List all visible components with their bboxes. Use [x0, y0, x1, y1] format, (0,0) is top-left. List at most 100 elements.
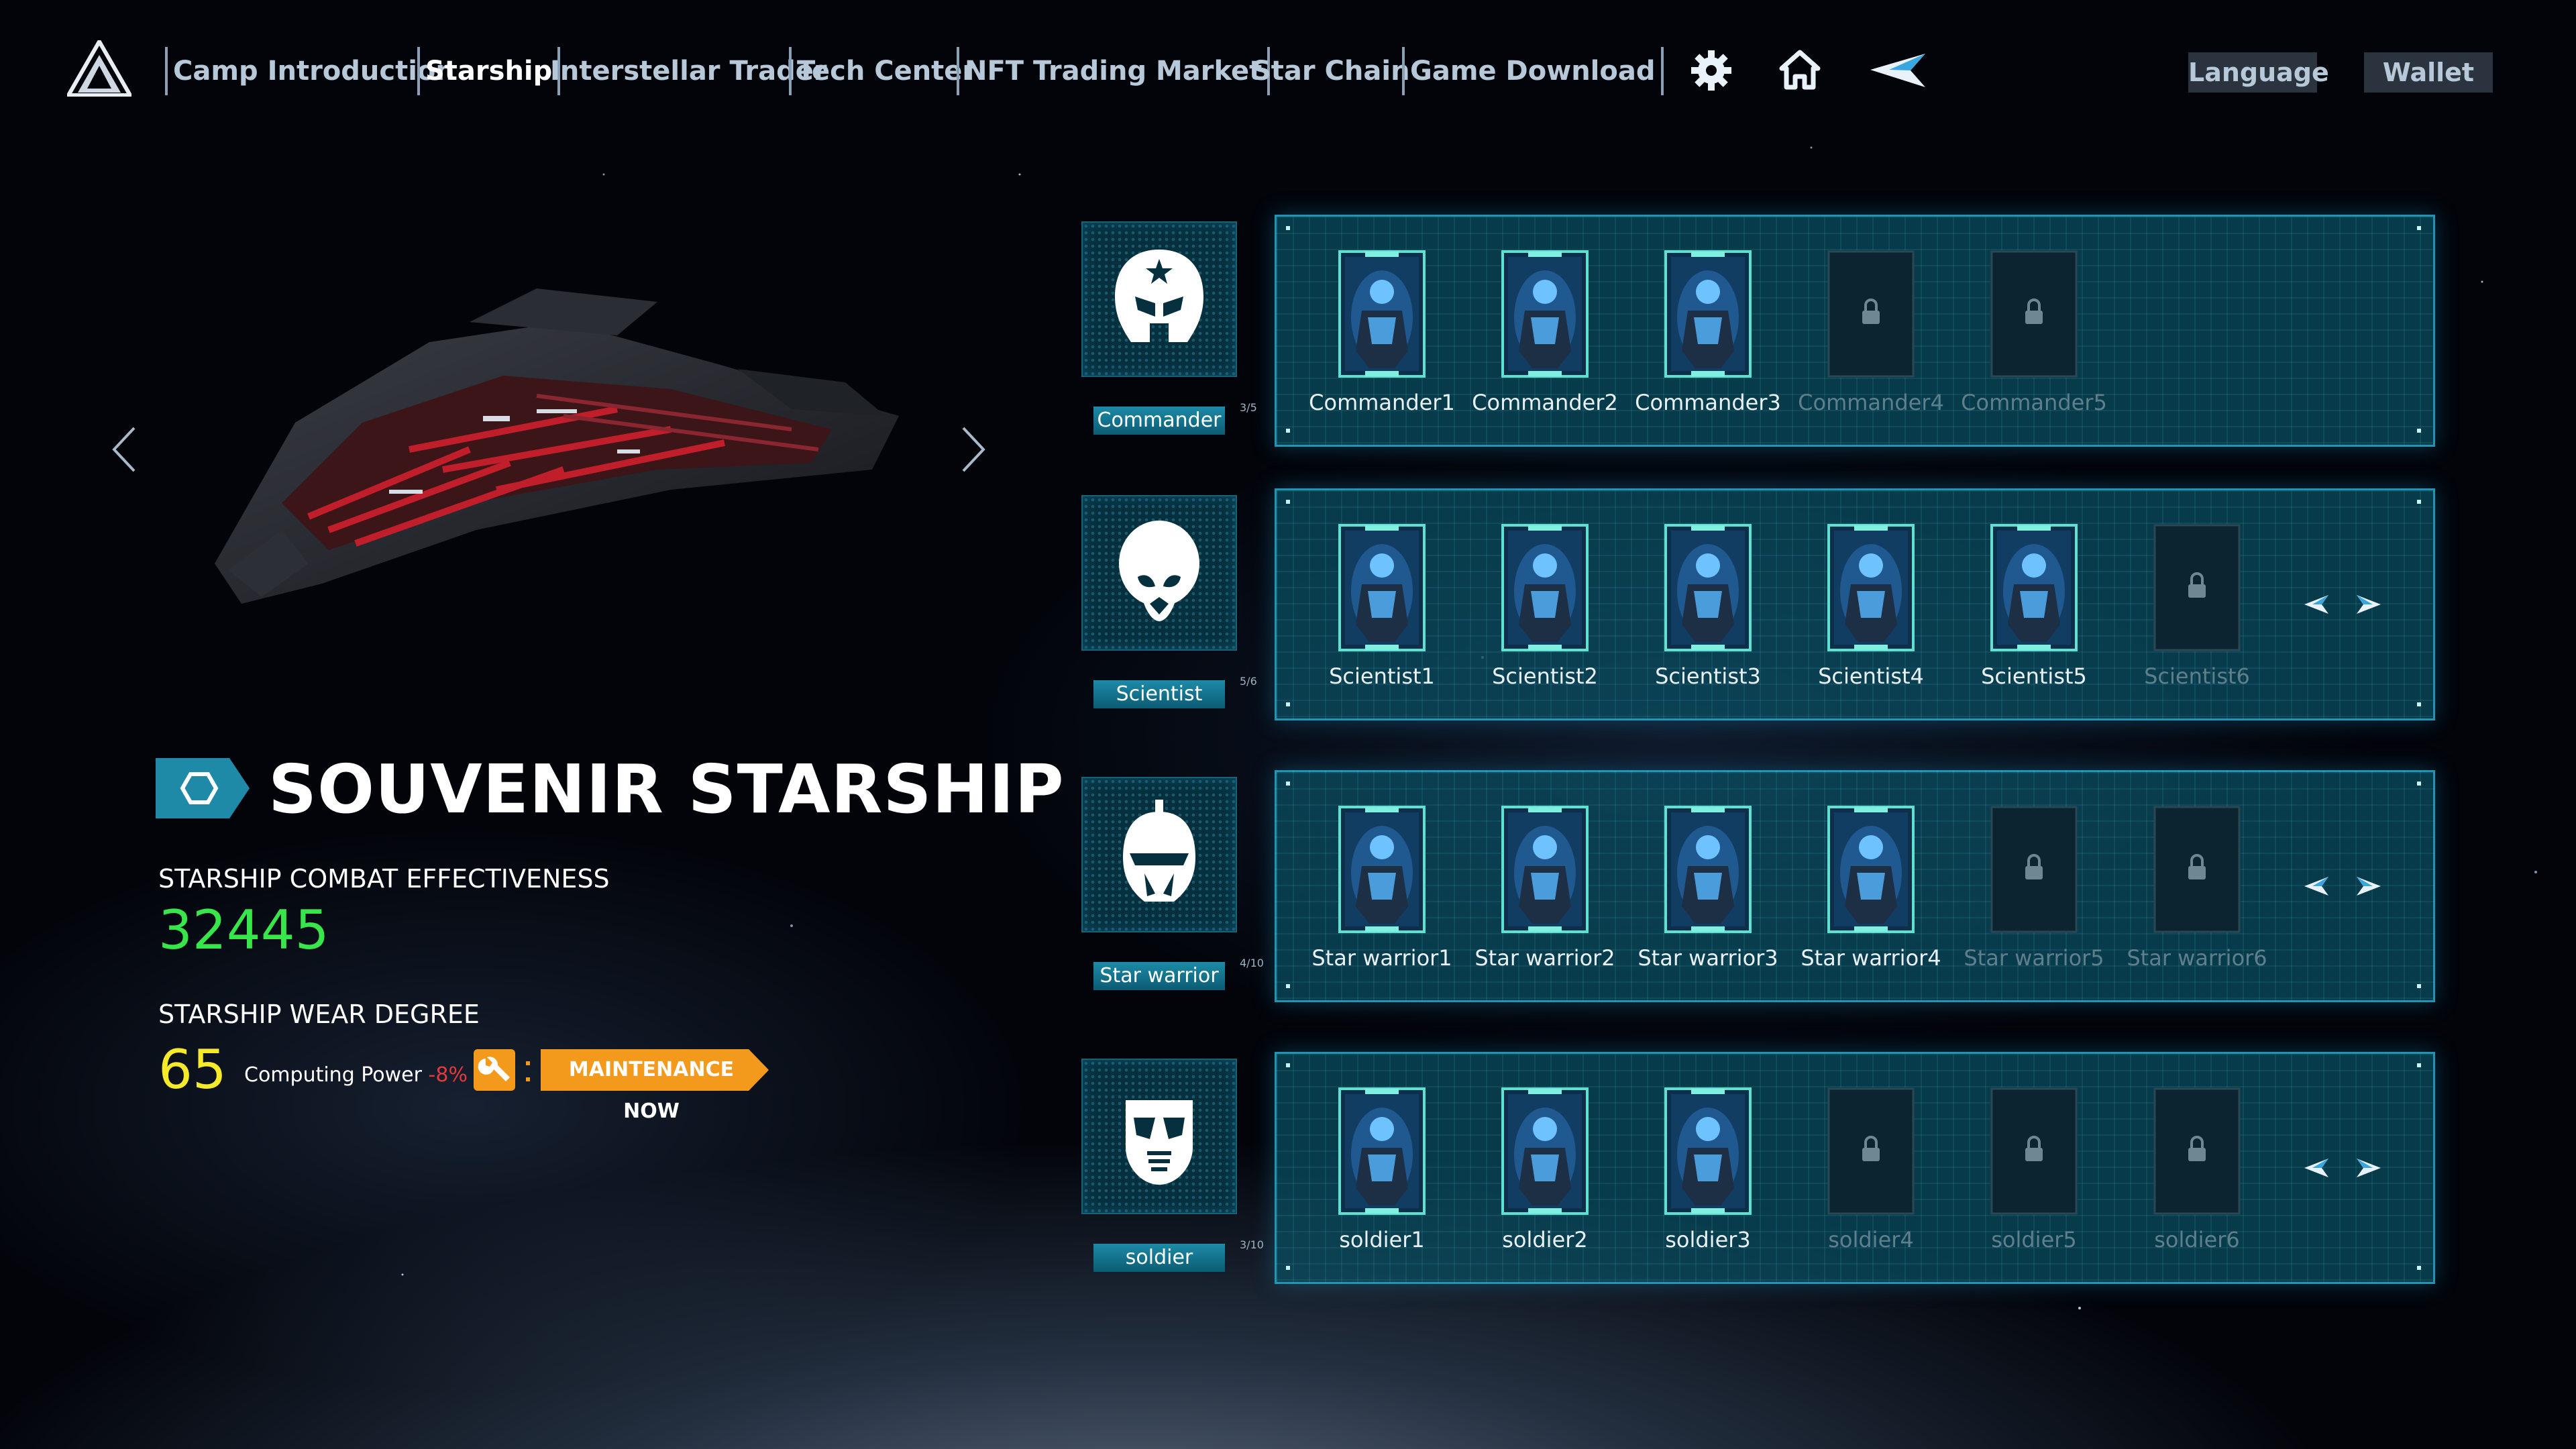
paper-plane-icon[interactable] — [1869, 47, 1927, 94]
crew-card-portrait — [1827, 806, 1915, 933]
maintenance-now-button[interactable]: MAINTENANCE NOW — [541, 1049, 762, 1123]
panel-corner-dot — [2417, 500, 2421, 504]
crew-slot-label: Star warrior2 — [1474, 945, 1615, 971]
nav-tech-center[interactable]: Tech Center — [789, 47, 975, 95]
prev-page-arrow-icon[interactable] — [2303, 591, 2330, 618]
nav-interstellar-trader[interactable]: Interstellar Trader — [545, 47, 827, 95]
crew-slot-label: Scientist4 — [1818, 663, 1924, 689]
crew-panel-star-warrior: Star warrior1 Star warrior2 Star warrior3 S… — [1275, 770, 2435, 1002]
crew-slot-soldier-4 — [1827, 1087, 1915, 1215]
game-logo-icon[interactable] — [67, 40, 131, 97]
crew-slot-star-warrior-2[interactable] — [1501, 806, 1589, 933]
wrench-icon — [478, 1057, 510, 1081]
crew-card-portrait — [1501, 250, 1589, 378]
ship-prev-arrow-icon[interactable] — [105, 423, 145, 476]
role-count-star-warrior: 4/10 — [1240, 957, 1264, 969]
wallet-button[interactable]: Wallet — [2364, 52, 2493, 93]
panel-corner-dot — [2417, 429, 2421, 433]
crew-card-portrait — [1990, 524, 2078, 651]
crew-card-portrait — [1664, 806, 1752, 933]
star-warrior-helmet-icon — [1123, 800, 1195, 902]
starship-hex-badge-icon — [156, 758, 250, 818]
crew-card-portrait — [1338, 524, 1426, 651]
crew-slot-label: Scientist1 — [1329, 663, 1435, 689]
language-button[interactable]: Language — [2188, 52, 2329, 93]
crew-slot-scientist-3[interactable] — [1664, 524, 1752, 651]
locked-slot-lock-icon — [2153, 806, 2241, 933]
crew-slot-label: Commander1 — [1309, 390, 1455, 415]
crew-panel-soldier: soldier1 soldier2 soldier3 soldier4 soldier5… — [1275, 1052, 2435, 1284]
crew-slot-label: Commander5 — [1961, 390, 2107, 415]
next-page-arrow-icon[interactable] — [2355, 591, 2382, 618]
crew-panel-scientist: Scientist1 Scientist2 Scientist3 Scientist4… — [1275, 488, 2435, 720]
panel-corner-dot — [1286, 984, 1290, 988]
panel-corner-dot — [1286, 782, 1290, 786]
crew-slot-label: Scientist6 — [2144, 663, 2250, 689]
wear-degree-label: STARSHIP WEAR DEGREE — [158, 1000, 480, 1029]
prev-page-arrow-icon[interactable] — [2303, 873, 2330, 900]
role-icon-box-scientist — [1081, 495, 1237, 651]
locked-slot-lock-icon — [1990, 250, 2078, 378]
crew-slot-star-warrior-3[interactable] — [1664, 806, 1752, 933]
crew-slot-label: Star warrior1 — [1311, 945, 1452, 971]
nav-camp-introduction[interactable]: Camp Introduction — [165, 47, 455, 95]
crew-slot-label: soldier3 — [1665, 1227, 1751, 1252]
locked-slot-lock-icon — [1990, 1087, 2078, 1215]
crew-slot-scientist-2[interactable] — [1501, 524, 1589, 651]
combat-effectiveness-label: STARSHIP COMBAT EFFECTIVENESS — [158, 864, 610, 894]
crew-slot-label: Star warrior3 — [1638, 945, 1778, 971]
crew-slot-soldier-5 — [1990, 1087, 2078, 1215]
crew-slot-label: Scientist3 — [1655, 663, 1761, 689]
crew-slot-label: soldier5 — [1991, 1227, 2077, 1252]
panel-corner-dot — [1286, 429, 1290, 433]
starship-title: SOUVENIR STARSHIP — [268, 750, 1065, 828]
ship-next-arrow-icon[interactable] — [953, 423, 993, 476]
crew-slot-soldier-3[interactable] — [1664, 1087, 1752, 1215]
panel-corner-dot — [2417, 984, 2421, 988]
nav-starship[interactable]: Starship — [417, 47, 561, 95]
nav-nft-trading-market[interactable]: NFT Trading Market — [957, 47, 1271, 95]
crew-card-portrait — [1827, 524, 1915, 651]
crew-slot-label: Scientist5 — [1981, 663, 2087, 689]
crew-slot-soldier-1[interactable] — [1338, 1087, 1426, 1215]
starship-model-image — [215, 288, 899, 604]
panel-corner-dot — [1286, 226, 1290, 230]
crew-slot-commander-1[interactable] — [1338, 250, 1426, 378]
next-page-arrow-icon[interactable] — [2355, 873, 2382, 900]
crew-slot-scientist-5[interactable] — [1990, 524, 2078, 651]
crew-card-portrait — [1501, 806, 1589, 933]
nav-game-download[interactable]: Game Download — [1402, 47, 1664, 95]
gear-icon[interactable] — [1688, 47, 1735, 94]
crew-slot-scientist-4[interactable] — [1827, 524, 1915, 651]
crew-slot-commander-3[interactable] — [1664, 250, 1752, 378]
crew-slot-scientist-1[interactable] — [1338, 524, 1426, 651]
crew-slot-star-warrior-1[interactable] — [1338, 806, 1426, 933]
crew-slot-label: soldier6 — [2154, 1227, 2240, 1252]
crew-slot-commander-2[interactable] — [1501, 250, 1589, 378]
nav-star-chain[interactable]: Star Chain — [1246, 47, 1410, 95]
crew-slot-soldier-2[interactable] — [1501, 1087, 1589, 1215]
crew-slot-commander-5 — [1990, 250, 2078, 378]
crew-card-portrait — [1501, 524, 1589, 651]
role-label-soldier: soldier — [1093, 1244, 1225, 1272]
wrench-button[interactable] — [474, 1049, 515, 1091]
computing-power-percent: -8% — [428, 1063, 468, 1087]
crew-card-portrait — [1664, 524, 1752, 651]
next-page-arrow-icon[interactable] — [2355, 1155, 2382, 1181]
home-icon[interactable] — [1776, 47, 1823, 94]
crew-card-portrait — [1501, 1087, 1589, 1215]
crew-slot-star-warrior-4[interactable] — [1827, 806, 1915, 933]
crew-slot-label: Scientist2 — [1492, 663, 1598, 689]
panel-corner-dot — [1286, 1266, 1290, 1270]
panel-corner-dot — [2417, 1266, 2421, 1270]
crew-slot-label: Star warrior4 — [1801, 945, 1941, 971]
locked-slot-lock-icon — [2153, 524, 2241, 651]
role-icon-box-star-warrior — [1081, 777, 1237, 932]
prev-page-arrow-icon[interactable] — [2303, 1155, 2330, 1181]
crew-card-portrait — [1338, 250, 1426, 378]
crew-slot-star-warrior-5 — [1990, 806, 2078, 933]
role-label-commander: Commander — [1093, 407, 1225, 435]
crew-card-portrait — [1664, 250, 1752, 378]
crew-slot-soldier-6 — [2153, 1087, 2241, 1215]
wear-degree-value: 65 — [158, 1038, 227, 1101]
